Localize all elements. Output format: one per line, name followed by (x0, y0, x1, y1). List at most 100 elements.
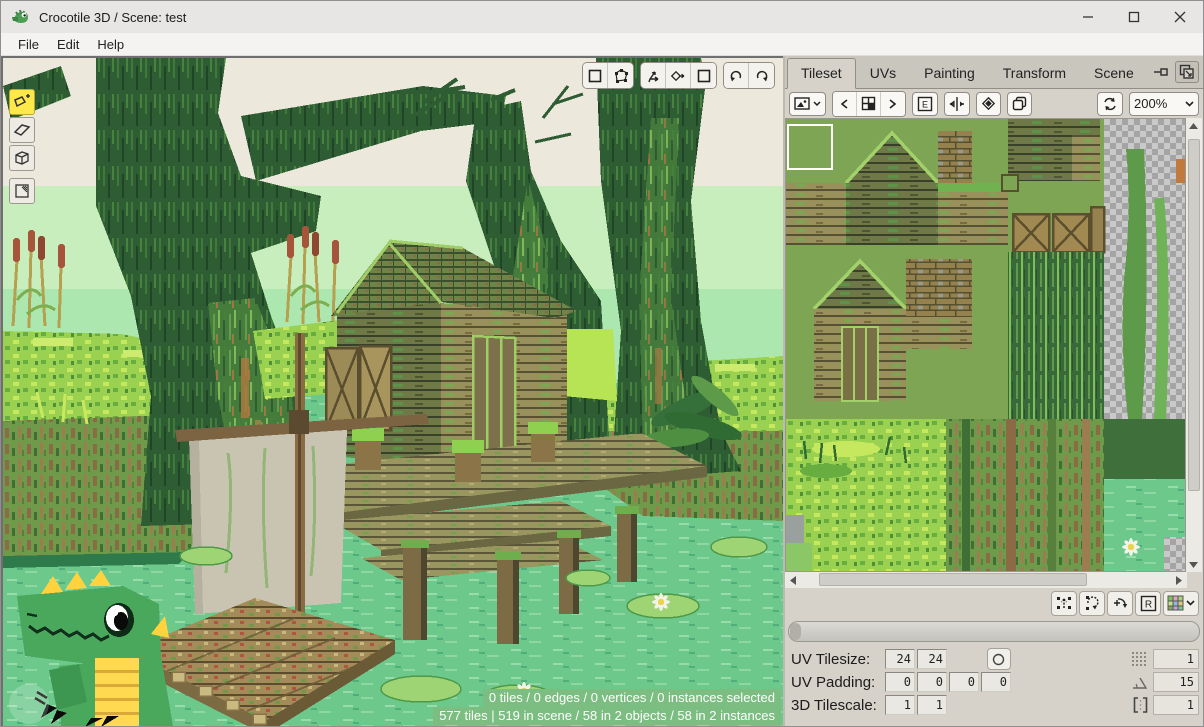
title-bar: Crocotile 3D / Scene: test (1, 1, 1203, 33)
uv-padding-label: UV Padding: (791, 674, 885, 691)
scroll-up-button[interactable] (1186, 118, 1202, 133)
uv-padding-4-input[interactable] (981, 672, 1011, 692)
app-window: Crocotile 3D / Scene: test File Edit Hel… (0, 0, 1204, 727)
quad-icon (13, 121, 31, 139)
depth-input[interactable] (1153, 695, 1199, 715)
rotate-tile-button[interactable] (1107, 591, 1133, 616)
uv-padding-3-input[interactable] (949, 672, 979, 692)
tileset-horizontal-scrollbar[interactable] (785, 572, 1187, 588)
grid-snap-icon (1131, 651, 1148, 668)
undo-button[interactable] (724, 63, 749, 88)
undo-icon (728, 68, 744, 84)
tab-scene[interactable]: Scene (1080, 58, 1148, 89)
horizontal-scroll-thumb[interactable] (819, 573, 1087, 586)
tilescale-x-input[interactable] (885, 695, 915, 715)
angle-snap-input[interactable] (1153, 672, 1199, 692)
scroll-down-button[interactable] (1186, 557, 1202, 572)
close-icon (1174, 11, 1186, 23)
refresh-tileset-button[interactable] (1097, 92, 1123, 116)
minimize-button[interactable] (1065, 1, 1111, 33)
close-button[interactable] (1157, 1, 1203, 33)
uv-tilesize-x-input[interactable] (885, 649, 915, 669)
tab-transform[interactable]: Transform (989, 58, 1080, 89)
vertex-move-tool-button[interactable] (666, 63, 691, 88)
zoom-level-dropdown[interactable]: 200% (1129, 92, 1199, 116)
move-tool-button[interactable] (641, 63, 666, 88)
next-tileset-button[interactable] (881, 92, 905, 116)
grid-size-input[interactable] (1153, 649, 1199, 669)
block-tool-button[interactable] (9, 145, 35, 171)
rect-select-button[interactable] (691, 63, 716, 88)
layers-button[interactable] (976, 92, 1001, 116)
cube-icon (13, 149, 31, 167)
rotate-reset-button[interactable]: R (1135, 591, 1161, 616)
tileset-image-dropdown[interactable] (789, 92, 826, 116)
rotate-icon (1112, 595, 1128, 611)
chevron-down-icon (813, 101, 821, 106)
flip-vertical-icon (1056, 595, 1072, 611)
redo-button[interactable] (749, 63, 774, 88)
flip-vertical-button[interactable] (1051, 591, 1077, 616)
slider-knob[interactable] (790, 623, 801, 640)
uv-padding-2-input[interactable] (917, 672, 947, 692)
scroll-left-button[interactable] (785, 573, 801, 588)
arrow-left-icon (790, 576, 796, 585)
tab-tileset[interactable]: Tileset (787, 58, 856, 89)
flip-horizontal-icon (1084, 595, 1100, 611)
menu-help[interactable]: Help (88, 35, 133, 54)
chevron-left-icon (841, 99, 848, 109)
tileset-opacity-slider[interactable] (788, 621, 1200, 642)
tilescale-label: 3D Tilescale: (791, 697, 885, 714)
rotate-reset-icon: R (1140, 595, 1157, 612)
dock-panel-button[interactable] (1149, 61, 1173, 83)
side-panel: Tileset UVs Painting Transform Scene (785, 56, 1203, 727)
edit-tileset-button[interactable]: E (912, 92, 938, 116)
uv-tilesize-link-button[interactable] (987, 648, 1011, 670)
quad-tool-button[interactable] (9, 117, 35, 143)
tab-uvs[interactable]: UVs (856, 58, 910, 89)
scroll-right-button[interactable] (1171, 573, 1187, 588)
zoom-level-value: 200% (1134, 96, 1167, 111)
scene-canvas[interactable] (3, 58, 783, 727)
popout-panel-button[interactable] (1175, 61, 1199, 83)
dock-panel-icon (1153, 65, 1169, 79)
flip-tile-button[interactable] (944, 92, 970, 116)
menu-file[interactable]: File (9, 35, 48, 54)
duplicate-button[interactable] (1007, 92, 1032, 116)
corner-watermark-circle (9, 684, 49, 724)
tile-grid-button[interactable] (857, 92, 881, 116)
popout-panel-icon (1179, 64, 1195, 80)
draw-tile-icon (13, 93, 31, 111)
depth-bracket-icon (1133, 697, 1148, 713)
tilescale-y-input[interactable] (917, 695, 947, 715)
uv-tilesize-y-input[interactable] (917, 649, 947, 669)
uv-padding-1-input[interactable] (885, 672, 915, 692)
maximize-button[interactable] (1111, 1, 1157, 33)
tile-transform-row: R (785, 588, 1203, 618)
image-icon (794, 97, 810, 110)
draw-tile-tool-button[interactable] (9, 89, 35, 115)
tileset-vertical-scrollbar[interactable] (1186, 118, 1202, 572)
grid-color-picker-button[interactable] (1163, 591, 1199, 616)
vertical-scroll-thumb[interactable] (1188, 139, 1200, 491)
menu-edit[interactable]: Edit (48, 35, 88, 54)
viewport-tool-palette (9, 89, 35, 204)
vertex-select-icon (613, 68, 629, 84)
tab-painting[interactable]: Painting (910, 58, 989, 89)
arrow-up-icon (1189, 123, 1198, 129)
tileset-canvas[interactable] (786, 119, 1185, 571)
select-tiles-button[interactable] (583, 63, 608, 88)
viewport-3d[interactable]: 0 tiles / 0 edges / 0 vertices / 0 insta… (1, 56, 783, 727)
select-vertices-button[interactable] (608, 63, 633, 88)
duplicate-icon (1012, 96, 1027, 111)
square-select-icon (587, 68, 603, 84)
texture-tool-button[interactable] (9, 178, 35, 204)
uv-tilesize-label: UV Tilesize: (791, 651, 885, 668)
texture-tile-icon (13, 182, 31, 200)
prev-tileset-button[interactable] (833, 92, 857, 116)
arrow-down-icon (1189, 562, 1198, 568)
arrow-right-icon (1176, 576, 1182, 585)
flip-horizontal-button[interactable] (1079, 591, 1105, 616)
tilescale-row: 3D Tilescale: (791, 694, 1199, 716)
viewport-status: 0 tiles / 0 edges / 0 vertices / 0 insta… (433, 689, 781, 725)
